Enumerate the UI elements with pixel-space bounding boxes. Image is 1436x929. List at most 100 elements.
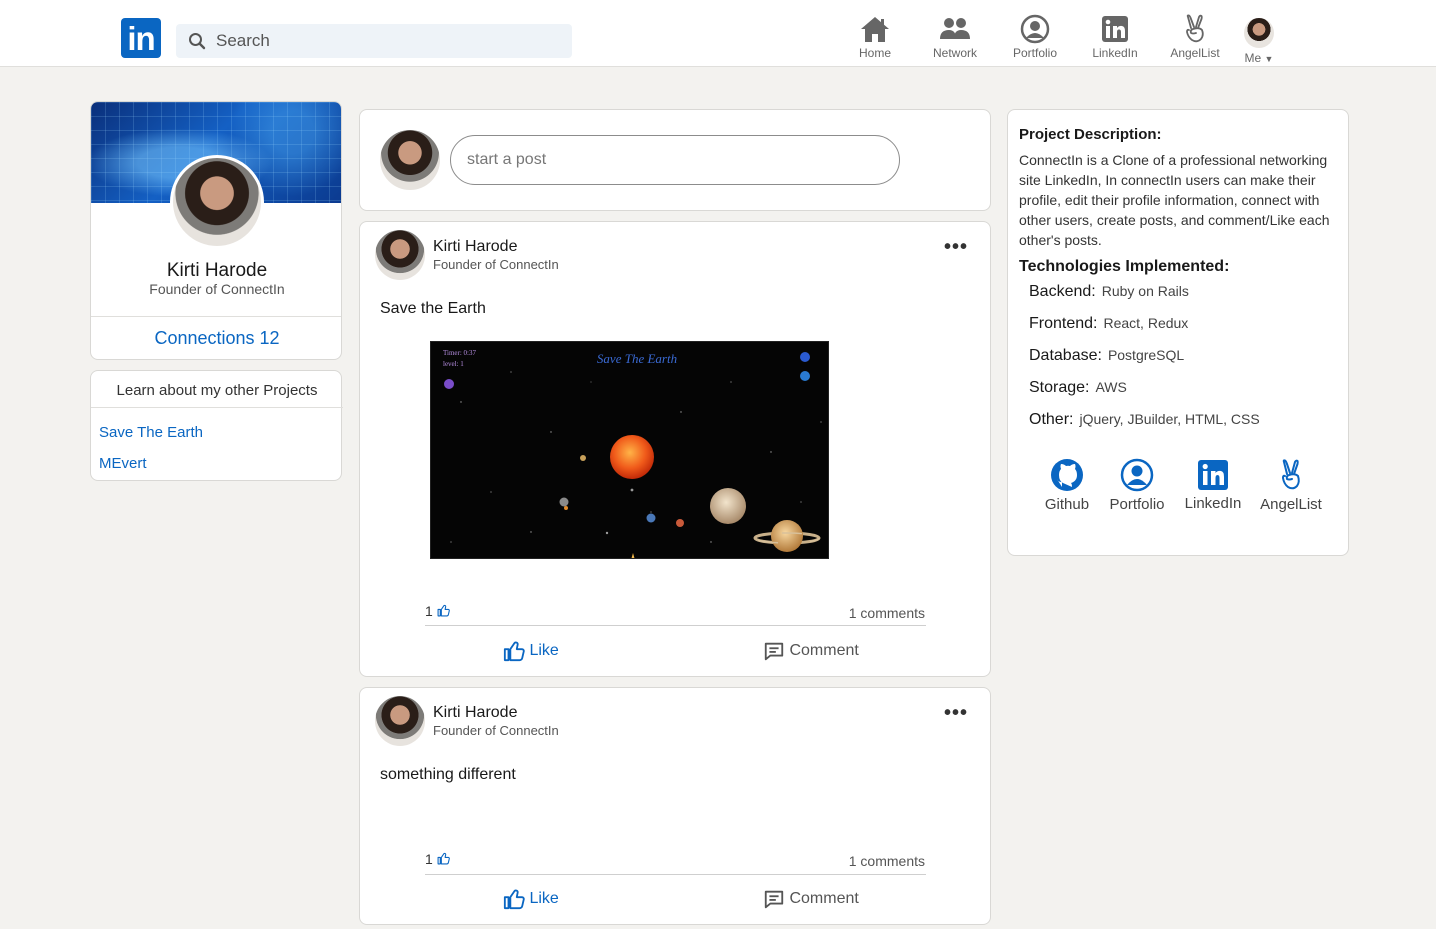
nav-portfolio[interactable]: Portfolio	[995, 14, 1075, 64]
nav-network-label: Network	[932, 46, 977, 60]
connections-link[interactable]: Connections 12	[91, 328, 341, 349]
project-description: ConnectIn is a Clone of a professional n…	[1019, 152, 1330, 248]
tech-value: PostgreSQL	[1107, 347, 1185, 363]
tech-key: Backend:	[1029, 283, 1096, 300]
tech-storage: Storage: AWS	[1029, 379, 1127, 401]
post-author[interactable]: Kirti Harode	[433, 238, 517, 256]
angellist-label: AngelList	[1260, 496, 1322, 513]
portfolio-label: Portfolio	[1109, 496, 1165, 513]
thumbs-up-icon	[503, 889, 525, 910]
game-timer: Timer: 0:37	[443, 349, 476, 357]
post-author[interactable]: Kirti Harode	[433, 704, 517, 722]
like-button[interactable]: Like	[503, 888, 559, 910]
linkedin-link[interactable]: LinkedIn	[1173, 458, 1253, 512]
linkedin-icon	[800, 371, 810, 381]
solar-system-image: Timer: 0:37 level: 1 Save The Earth	[443, 349, 822, 558]
caret-down-icon: ▼	[1264, 54, 1274, 64]
projects-heading: Learn about my other Projects	[116, 382, 318, 399]
music-icon	[444, 379, 454, 389]
technologies-heading: Technologies Implemented:	[1019, 258, 1230, 275]
thumbs-up-icon	[437, 852, 450, 865]
comment-icon	[764, 890, 784, 909]
nav-linkedin-label: LinkedIn	[1092, 46, 1138, 60]
avatar[interactable]	[375, 230, 425, 280]
description-heading: Project Description:	[1019, 126, 1162, 143]
angellist-link[interactable]: AngelList	[1251, 458, 1331, 513]
planet	[646, 513, 656, 523]
post-author-title: Founder of ConnectIn	[433, 723, 559, 738]
linkedin-label: LinkedIn	[1184, 495, 1242, 512]
nav-me-label: Me ▼	[1244, 51, 1274, 65]
planet	[559, 497, 569, 507]
portfolio-icon	[1020, 14, 1050, 44]
tech-key: Other:	[1029, 411, 1074, 428]
top-navigation-bar: in Home Network Portfolio	[0, 0, 1436, 67]
post-card: Kirti Harode Founder of ConnectIn ••• so…	[359, 687, 991, 925]
like-button[interactable]: Like	[503, 640, 559, 662]
nav-me[interactable]: Me ▼	[1219, 16, 1299, 66]
tech-backend: Backend: Ruby on Rails	[1029, 283, 1189, 305]
nav-network[interactable]: Network	[915, 14, 995, 64]
profile-card: Kirti Harode Founder of ConnectIn Connec…	[90, 101, 342, 360]
profile-photo[interactable]	[170, 155, 264, 249]
tech-key: Storage:	[1029, 379, 1090, 396]
divider	[425, 625, 926, 626]
nav-home[interactable]: Home	[835, 14, 915, 64]
divider	[91, 407, 343, 408]
comment-icon	[764, 642, 784, 661]
tech-frontend: Frontend: React, Redux	[1029, 315, 1188, 337]
avatar	[1244, 18, 1274, 48]
tech-value: AWS	[1095, 379, 1127, 395]
planet	[580, 455, 586, 461]
sun	[610, 435, 654, 479]
thumbs-up-icon	[437, 604, 450, 617]
nav-portfolio-label: Portfolio	[1012, 46, 1058, 60]
search-input[interactable]	[216, 24, 556, 58]
tech-database: Database: PostgreSQL	[1029, 347, 1184, 369]
thumbs-up-icon	[503, 641, 525, 662]
profile-name: Kirti Harode	[166, 260, 268, 281]
start-post-input[interactable]	[450, 135, 900, 185]
portfolio-icon	[1120, 458, 1154, 492]
github-icon	[1051, 459, 1083, 491]
avatar[interactable]	[375, 696, 425, 746]
avatar	[380, 130, 440, 190]
linkedin-logo[interactable]: in	[121, 18, 161, 58]
github-icon	[800, 352, 810, 362]
post-author-title: Founder of ConnectIn	[433, 257, 559, 272]
github-label: Github	[1044, 496, 1090, 513]
network-icon	[940, 18, 970, 39]
like-count[interactable]: 1	[425, 603, 450, 619]
post-card: Kirti Harode Founder of ConnectIn ••• Sa…	[359, 221, 991, 677]
project-description-card: Project Description: ConnectIn is a Clon…	[1007, 109, 1349, 556]
divider	[425, 874, 926, 875]
other-projects-card: Learn about my other Projects Save The E…	[90, 370, 343, 481]
comment-count[interactable]: 1 comments	[849, 605, 925, 621]
game-level: level: 1	[443, 360, 464, 368]
github-link[interactable]: Github	[1027, 458, 1107, 513]
tech-key: Database:	[1029, 347, 1102, 364]
nav-linkedin[interactable]: LinkedIn	[1075, 14, 1155, 64]
linkedin-icon	[1198, 460, 1228, 490]
portfolio-link[interactable]: Portfolio	[1097, 458, 1177, 513]
post-text: Save the Earth	[380, 300, 486, 317]
tech-other: Other: jQuery, JBuilder, HTML, CSS	[1029, 411, 1260, 433]
tech-value: React, Redux	[1103, 315, 1189, 331]
search-icon	[189, 33, 206, 50]
planet	[676, 519, 684, 527]
project-link-mevert[interactable]: MEvert	[99, 455, 147, 472]
like-count[interactable]: 1	[425, 851, 450, 867]
comment-button[interactable]: Comment	[763, 640, 859, 662]
comment-count[interactable]: 1 comments	[849, 853, 925, 869]
post-image: Timer: 0:37 level: 1 Save The Earth	[430, 341, 829, 559]
comment-button[interactable]: Comment	[763, 888, 859, 910]
more-options-icon[interactable]: •••	[944, 703, 968, 724]
search-bar[interactable]	[176, 24, 572, 58]
post-composer	[359, 109, 991, 211]
more-options-icon[interactable]: •••	[944, 237, 968, 258]
tech-value: Ruby on Rails	[1101, 283, 1189, 299]
project-link-save-the-earth[interactable]: Save The Earth	[99, 424, 203, 441]
linkedin-icon	[1102, 16, 1128, 42]
tech-value: jQuery, JBuilder, HTML, CSS	[1079, 411, 1260, 427]
jupiter	[710, 488, 746, 524]
